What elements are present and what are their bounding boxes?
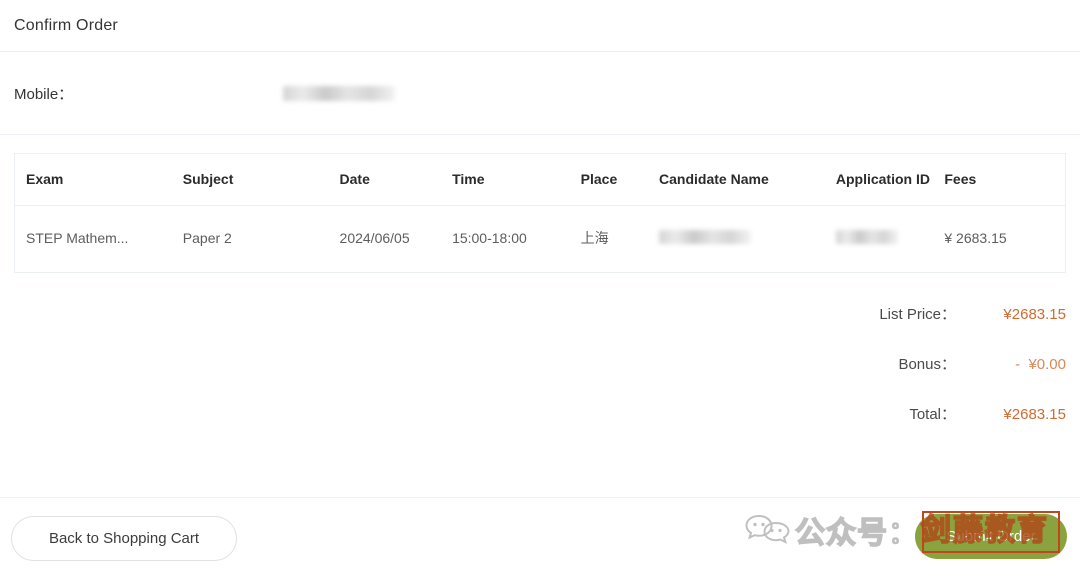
summary-row-list-price: List Price： ¥2683.15	[0, 303, 1066, 353]
total-value: ¥2683.15	[1003, 406, 1066, 424]
back-to-shopping-cart-button[interactable]: Back to Shopping Cart	[11, 516, 237, 561]
order-table-head: Exam Subject Date Time Place Candidate N…	[14, 153, 1066, 207]
cell-application-id	[835, 206, 945, 273]
total-label: Total：	[909, 406, 956, 424]
column-header-exam: Exam	[14, 153, 183, 207]
table-header-row: Exam Subject Date Time Place Candidate N…	[14, 153, 1066, 207]
order-table: Exam Subject Date Time Place Candidate N…	[14, 153, 1066, 274]
list-price-value: ¥2683.15	[1003, 306, 1066, 324]
bonus-label: Bonus：	[898, 356, 956, 374]
cell-exam: STEP Mathem...	[26, 230, 129, 247]
mobile-row: Mobile：	[0, 52, 1080, 135]
column-header-subject: Subject	[182, 153, 340, 207]
column-header-date: Date	[339, 153, 453, 207]
column-header-fees: Fees	[944, 153, 1066, 207]
candidate-name-redacted	[659, 229, 752, 244]
column-header-time: Time	[452, 153, 581, 207]
bonus-value: - ¥0.00	[1015, 356, 1066, 374]
order-summary: List Price： ¥2683.15 Bonus： - ¥0.00 Tota…	[0, 273, 1080, 453]
application-id-redacted	[835, 229, 898, 244]
column-header-application-id: Application ID	[835, 153, 945, 207]
mobile-label: Mobile：	[14, 85, 74, 103]
table-row: STEP Mathem... Paper 2 2024/06/05 15:00-…	[15, 206, 1066, 273]
column-header-place: Place	[580, 153, 660, 207]
page-title: Confirm Order	[14, 16, 118, 34]
list-price-label: List Price：	[879, 306, 956, 324]
cell-place: 上海	[580, 230, 609, 247]
page-header: Confirm Order	[0, 0, 1080, 52]
summary-row-bonus: Bonus： - ¥0.00	[0, 353, 1066, 403]
confirm-order-page: Confirm Order Mobile： Exam Subject Date …	[0, 0, 1080, 575]
summary-row-total: Total： ¥2683.15	[0, 403, 1066, 453]
submit-order-button[interactable]: Submit Order	[915, 514, 1067, 559]
order-table-wrap: Exam Subject Date Time Place Candidate N…	[0, 135, 1080, 274]
cell-time: 15:00-18:00	[452, 230, 527, 247]
cell-candidate-name	[659, 206, 836, 273]
mobile-value-redacted	[283, 85, 395, 101]
cell-date: 2024/06/05	[339, 230, 410, 247]
cell-fees: ¥ 2683.15	[944, 230, 1007, 247]
column-header-candidate-name: Candidate Name	[659, 153, 836, 207]
cell-subject: Paper 2	[182, 230, 232, 247]
order-table-body: STEP Mathem... Paper 2 2024/06/05 15:00-…	[15, 206, 1066, 273]
